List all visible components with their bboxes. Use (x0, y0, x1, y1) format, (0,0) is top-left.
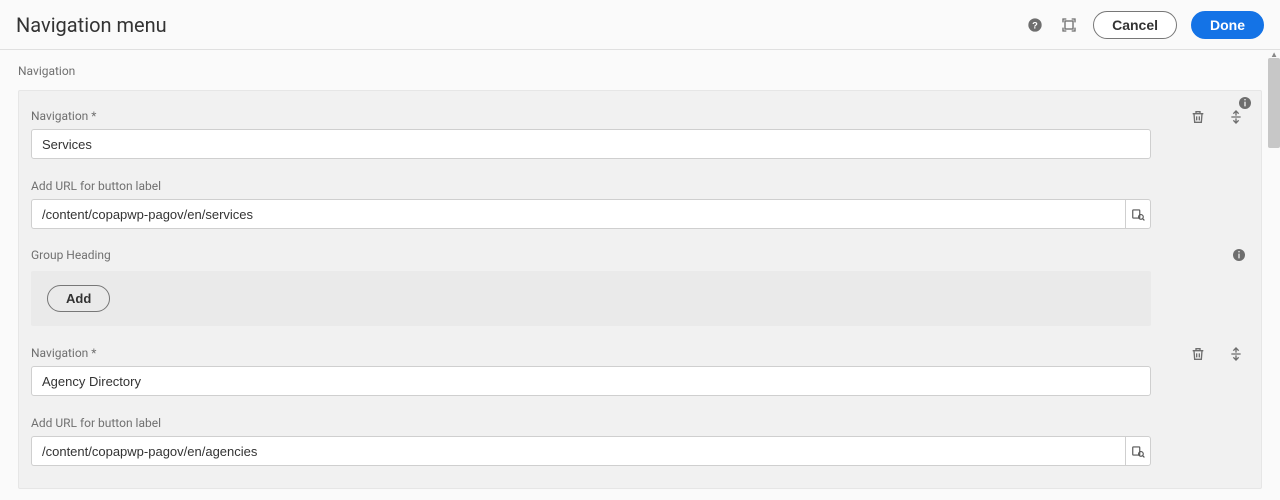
nav-item: Navigation * (31, 336, 1249, 402)
help-icon[interactable]: ? (1025, 15, 1045, 35)
dialog-body: Navigation Navigation * Add URL for (0, 50, 1280, 500)
url-field: Add URL for button label (31, 169, 1249, 235)
url-field: Add URL for button label (31, 406, 1249, 472)
reorder-icon[interactable] (1227, 108, 1245, 126)
url-input[interactable] (31, 436, 1125, 466)
header-actions: ? Cancel Done (1025, 11, 1264, 39)
navigation-name-input[interactable] (31, 129, 1151, 159)
url-label: Add URL for button label (31, 416, 1249, 430)
url-label: Add URL for button label (31, 179, 1249, 193)
add-button[interactable]: Add (47, 285, 110, 312)
navigation-panel: Navigation * Add URL for button label (18, 90, 1262, 489)
dialog-header: Navigation menu ? Cancel Done (0, 0, 1280, 50)
info-icon[interactable] (1229, 245, 1249, 265)
trash-icon[interactable] (1189, 345, 1207, 363)
svg-text:?: ? (1032, 20, 1038, 30)
cancel-button[interactable]: Cancel (1093, 11, 1177, 39)
group-heading-label: Group Heading (31, 248, 111, 262)
fullscreen-icon[interactable] (1059, 15, 1079, 35)
navigation-label: Navigation * (31, 346, 96, 360)
navigation-name-input[interactable] (31, 366, 1151, 396)
path-picker-icon[interactable] (1125, 436, 1151, 466)
reorder-icon[interactable] (1227, 345, 1245, 363)
group-heading-block: Group Heading Add (31, 245, 1249, 326)
group-heading-add-area: Add (31, 271, 1151, 326)
nav-item: Navigation * (31, 99, 1249, 165)
navigation-label: Navigation * (31, 109, 96, 123)
section-label: Navigation (18, 64, 1262, 78)
page-title: Navigation menu (16, 13, 167, 37)
done-button[interactable]: Done (1191, 11, 1264, 39)
path-picker-icon[interactable] (1125, 199, 1151, 229)
trash-icon[interactable] (1189, 108, 1207, 126)
url-input[interactable] (31, 199, 1125, 229)
